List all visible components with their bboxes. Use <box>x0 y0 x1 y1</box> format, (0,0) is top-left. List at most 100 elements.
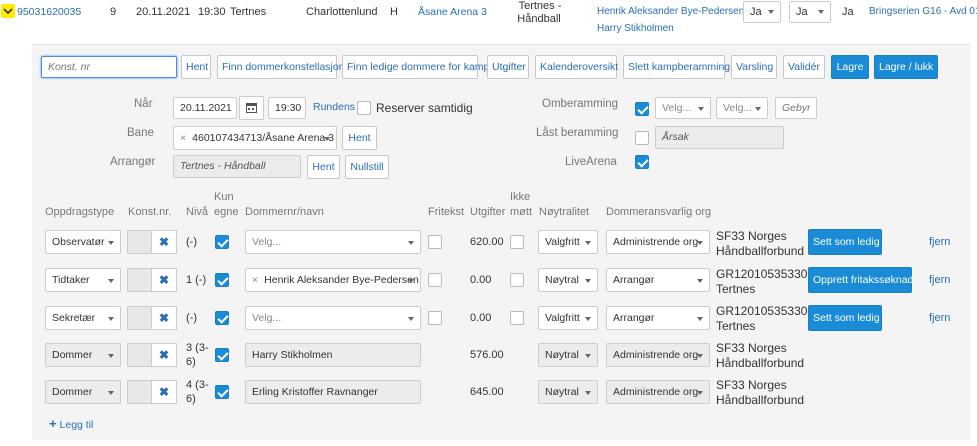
dommer-select[interactable]: × Henrik Aleksander Bye-Pedersen <box>245 268 421 292</box>
opprett-fritakssoknad-button[interactable]: Opprett fritakssøknad <box>808 267 913 293</box>
header-utgifter: Utgifter <box>470 206 506 218</box>
chevron-down-icon <box>3 8 13 15</box>
kun-egne-checkbox[interactable] <box>215 235 229 249</box>
fritekst-checkbox[interactable] <box>428 235 442 249</box>
match-id-link[interactable]: 95031620035 <box>17 6 81 18</box>
date-input[interactable]: 20.11.2021 <box>173 97 237 119</box>
fjern-link[interactable]: fjern <box>929 274 950 286</box>
league-link[interactable]: Bringserien G16 - Avd 01 <box>869 6 977 17</box>
ansvarlig-line2: Tertnes <box>716 319 756 333</box>
rundens-link[interactable]: Rundens <box>313 101 355 113</box>
nullstill-button[interactable]: Nullstill <box>345 155 389 179</box>
clear-x-icon[interactable]: × <box>180 132 186 144</box>
caret-down-icon <box>755 107 761 111</box>
dommeransvarlig-select[interactable]: Arrangør <box>606 268 710 292</box>
varsling-button[interactable]: Varsling <box>731 55 777 79</box>
header-konstnr: Konst.nr. <box>128 206 172 218</box>
sett-som-ledig-button[interactable]: Sett som ledig <box>808 229 882 255</box>
oppdragstype-select[interactable]: Observatør <box>45 230 121 254</box>
caret-down-icon <box>697 317 703 321</box>
close-icon: ✖ <box>158 348 170 362</box>
niva-value: (-) <box>186 312 197 324</box>
expand-toggle[interactable] <box>1 4 15 18</box>
dommeransvarlig-select[interactable]: Arrangør <box>606 306 710 330</box>
close-icon: ✖ <box>158 385 170 399</box>
noytralitet-select[interactable]: Valgfritt <box>538 306 598 330</box>
dommeransvarlig-select[interactable]: Administrende org <box>606 230 710 254</box>
calendar-button[interactable] <box>239 96 264 120</box>
caret-down-icon <box>108 391 114 395</box>
noytralitet-select[interactable]: Valgfritt <box>538 230 598 254</box>
time-input[interactable]: 19:30 <box>268 97 306 119</box>
close-icon: ✖ <box>158 235 170 249</box>
livearena-checkbox[interactable] <box>635 155 649 169</box>
omberamming-select-2[interactable]: Velg... <box>716 97 768 119</box>
caret-down-icon <box>108 354 114 358</box>
noytralitet-select[interactable]: Nøytral <box>538 268 598 292</box>
bane-select[interactable]: × 460107434713/Åsane Arena 3 <box>173 126 337 150</box>
finn-ledige-dommere-button[interactable]: Finn ledige dommere for kamp <box>342 55 489 79</box>
utgifter-button[interactable]: Utgifter <box>487 55 529 79</box>
fritekst-checkbox[interactable] <box>428 273 442 287</box>
remove-konst-button[interactable]: ✖ <box>151 380 177 404</box>
lagre-lukk-button[interactable]: Lagre / lukk <box>874 55 938 79</box>
venue-link[interactable]: Åsane Arena 3 <box>418 6 487 18</box>
fritekst-checkbox[interactable] <box>428 311 442 325</box>
oppdragstype-select[interactable]: Dommer <box>45 343 121 367</box>
referee2-link[interactable]: Harry Stikholmen <box>597 23 674 34</box>
plus-icon: + <box>49 416 57 431</box>
dommer-select[interactable]: Velg... <box>245 230 421 254</box>
lagre-button[interactable]: Lagre <box>831 55 869 79</box>
konst-nr-input[interactable] <box>41 56 177 78</box>
calendar-icon <box>246 103 257 113</box>
remove-konst-button[interactable]: ✖ <box>151 230 177 254</box>
sett-som-ledig-button[interactable]: Sett som ledig <box>808 305 882 331</box>
header-ikke-mott-2: møtt <box>510 206 532 218</box>
noytralitet-select[interactable]: Nøytral <box>538 343 598 367</box>
fjern-link[interactable]: fjern <box>929 312 950 324</box>
header-oppdragstype: Oppdragstype <box>45 206 115 218</box>
dommeransvarlig-select[interactable]: Administrende org <box>606 380 710 404</box>
kun-egne-checkbox[interactable] <box>215 348 229 362</box>
livearena-label: LiveArena <box>565 156 617 168</box>
dommer-select[interactable]: Velg... <box>245 306 421 330</box>
omberamming-checkbox[interactable] <box>635 102 649 116</box>
confirm-select-1[interactable]: Ja <box>743 1 781 23</box>
arrangor-hent-button[interactable]: Hent <box>307 155 340 179</box>
oppdragstype-select[interactable]: Dommer <box>45 380 121 404</box>
utgifter-value: 645.00 <box>470 386 504 398</box>
dommeransvarlig-select[interactable]: Administrende org <box>606 343 710 367</box>
away-team: Charlottenlund <box>306 6 378 18</box>
gebyr-input[interactable] <box>775 97 817 119</box>
laast-beramming-checkbox[interactable] <box>635 131 649 145</box>
kun-egne-checkbox[interactable] <box>215 273 229 287</box>
referee1-link[interactable]: Henrik Aleksander Bye-Pedersen <box>597 6 744 17</box>
home-team: Tertnes <box>230 6 267 18</box>
ansvarlig-line2: Håndballforbund <box>716 244 805 258</box>
finn-dommerkonstellasjon-button[interactable]: Finn dommerkonstellasjon <box>217 55 345 79</box>
valider-button[interactable]: Validér <box>783 55 825 79</box>
slett-kampberamming-button[interactable]: Slett kampberamming <box>623 55 730 79</box>
confirm-select-2[interactable]: Ja <box>789 1 831 23</box>
noytralitet-select[interactable]: Nøytral <box>538 380 598 404</box>
oppdragstype-select[interactable]: Sekretær <box>45 306 121 330</box>
clear-x-icon[interactable]: × <box>252 274 258 286</box>
ikke-mott-checkbox[interactable] <box>510 311 524 325</box>
remove-konst-button[interactable]: ✖ <box>151 306 177 330</box>
hent-button[interactable]: Hent <box>181 55 211 79</box>
reserver-checkbox[interactable] <box>357 101 371 115</box>
kalenderoversikt-button[interactable]: Kalenderoversikt <box>535 55 618 79</box>
kun-egne-checkbox[interactable] <box>215 311 229 325</box>
bane-label: Bane <box>127 127 154 139</box>
remove-konst-button[interactable]: ✖ <box>151 268 177 292</box>
bane-hent-button[interactable]: Hent <box>342 126 377 150</box>
ikke-mott-checkbox[interactable] <box>510 235 524 249</box>
fjern-link[interactable]: fjern <box>929 236 950 248</box>
ansvarlig-line2: Håndballforbund <box>716 356 805 370</box>
ikke-mott-checkbox[interactable] <box>510 273 524 287</box>
oppdragstype-select[interactable]: Tidtaker <box>45 268 121 292</box>
legg-til-link[interactable]: + Legg til <box>49 416 93 431</box>
omberamming-select-1[interactable]: Velg... <box>655 97 711 119</box>
remove-konst-button[interactable]: ✖ <box>151 343 177 367</box>
kun-egne-checkbox[interactable] <box>215 385 229 399</box>
